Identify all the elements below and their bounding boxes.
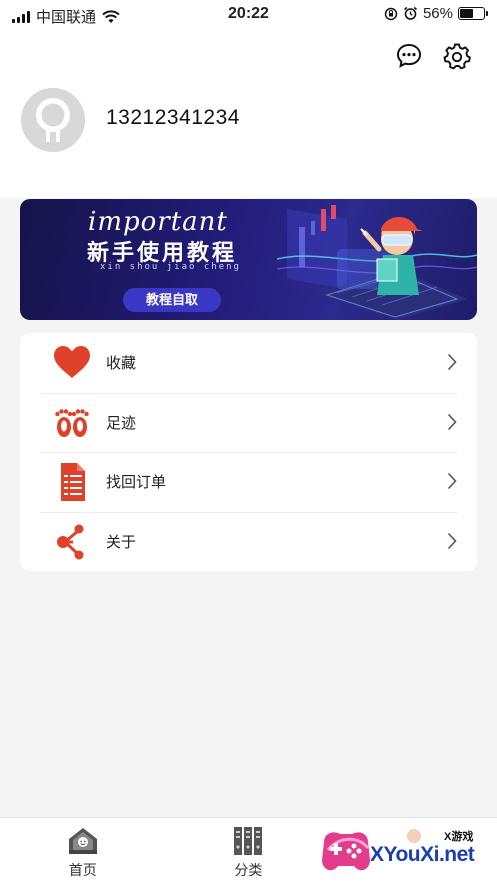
footprints-icon <box>55 408 89 437</box>
banner-button[interactable]: 教程自取 <box>123 288 221 312</box>
tab-label: 分类 <box>234 862 263 878</box>
message-icon[interactable] <box>395 42 423 70</box>
document-icon <box>61 463 85 501</box>
menu-item-label: 找回订单 <box>106 474 167 492</box>
status-right: 56% <box>384 5 488 22</box>
rotation-lock-icon <box>384 7 398 20</box>
avatar[interactable] <box>21 88 85 152</box>
chevron-right-icon <box>447 413 457 430</box>
home-icon <box>68 828 97 854</box>
battery-percent: 56% <box>422 5 453 22</box>
menu-item-footprints[interactable]: 足迹 <box>20 392 477 453</box>
banner-title-en: important <box>88 207 228 237</box>
tab-category[interactable]: 分类 <box>166 818 332 883</box>
chevron-right-icon <box>447 353 457 371</box>
share-icon <box>57 524 84 559</box>
phone-number: 13212341234 <box>106 106 240 129</box>
chevron-right-icon <box>447 472 457 490</box>
gamepad-logo-icon <box>322 832 370 871</box>
chevron-right-icon <box>447 532 457 549</box>
menu-item-label: 关于 <box>106 533 137 551</box>
menu-item-favorites[interactable]: 收藏 <box>20 333 477 393</box>
menu-item-label: 收藏 <box>106 355 137 373</box>
watermark: X游戏 XYouXi.net <box>318 826 493 880</box>
alarm-icon <box>403 6 417 20</box>
menu-item-label: 足迹 <box>106 414 137 432</box>
menu-item-about[interactable]: 关于 <box>20 511 477 572</box>
banner-illustration <box>277 205 477 320</box>
heart-icon <box>54 346 90 378</box>
watermark-sub: X游戏 <box>444 831 474 843</box>
default-avatar-icon <box>21 88 85 152</box>
gear-icon[interactable] <box>443 42 471 70</box>
profile-header: 13212341234 <box>0 30 497 198</box>
watermark-brand: XYouXi.net <box>370 843 475 866</box>
category-icon <box>234 827 263 855</box>
banner-pinyin: xin shou jiao cheng <box>100 262 241 272</box>
status-bar: 中国联通 20:22 56% <box>0 0 497 30</box>
tab-label: 首页 <box>68 862 97 878</box>
menu-item-recover-order[interactable]: 找回订单 <box>20 452 477 512</box>
menu-list: 收藏 足迹 找回订单 关于 <box>20 333 477 571</box>
tutorial-banner[interactable]: important 新手使用教程 xin shou jiao cheng 教程自… <box>20 199 477 320</box>
battery-icon <box>458 7 488 20</box>
tab-home[interactable]: 首页 <box>0 818 166 883</box>
